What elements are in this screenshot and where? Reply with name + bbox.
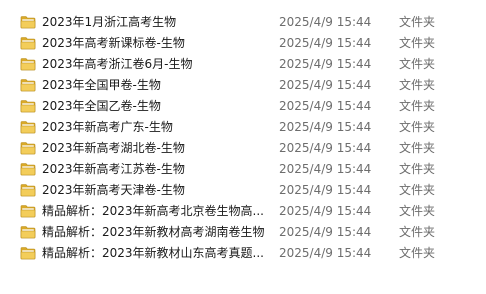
modified-date: 2025/4/9 15:44 — [279, 140, 372, 155]
folder-row[interactable]: 精品解析：2023年新教材山东高考真题... 2025/4/9 15:44 文件… — [0, 242, 486, 263]
folder-name: 2023年新高考广东-生物 — [42, 120, 173, 134]
modified-date: 2025/4/9 15:44 — [279, 56, 372, 71]
folder-row[interactable]: 2023年新高考天津卷-生物 2025/4/9 15:44 文件夹 — [0, 179, 486, 200]
folder-row[interactable]: 2023年高考浙江卷6月-生物 2025/4/9 15:44 文件夹 — [0, 53, 486, 74]
folder-name: 2023年新高考天津卷-生物 — [42, 183, 185, 197]
folder-row[interactable]: 2023年1月浙江高考生物 2025/4/9 15:44 文件夹 — [0, 11, 486, 32]
modified-date: 2025/4/9 15:44 — [279, 203, 372, 218]
folder-name: 精品解析：2023年新教材山东高考真题... — [42, 246, 264, 260]
modified-date: 2025/4/9 15:44 — [279, 35, 372, 50]
file-list: 2023年1月浙江高考生物 2025/4/9 15:44 文件夹 2023年高考… — [0, 11, 486, 263]
modified-date: 2025/4/9 15:44 — [279, 77, 372, 92]
folder-icon — [20, 246, 36, 260]
name-cell: 精品解析：2023年新高考北京卷生物高... — [0, 202, 280, 219]
name-cell: 2023年新高考湖北卷-生物 — [0, 139, 280, 156]
folder-row[interactable]: 2023年新高考湖北卷-生物 2025/4/9 15:44 文件夹 — [0, 137, 486, 158]
item-type: 文件夹 — [399, 36, 436, 50]
folder-row[interactable]: 2023年新高考江苏卷-生物 2025/4/9 15:44 文件夹 — [0, 158, 486, 179]
item-type: 文件夹 — [399, 183, 436, 197]
name-cell: 2023年全国乙卷-生物 — [0, 97, 280, 114]
item-type: 文件夹 — [399, 225, 436, 239]
folder-name: 2023年全国乙卷-生物 — [42, 99, 161, 113]
name-cell: 2023年高考浙江卷6月-生物 — [0, 55, 280, 72]
name-cell: 2023年全国甲卷-生物 — [0, 76, 280, 93]
name-cell: 2023年新高考广东-生物 — [0, 118, 280, 135]
modified-date: 2025/4/9 15:44 — [279, 224, 372, 239]
folder-icon — [20, 120, 36, 134]
name-cell: 2023年1月浙江高考生物 — [0, 13, 280, 30]
folder-icon — [20, 141, 36, 155]
folder-name: 2023年新高考湖北卷-生物 — [42, 141, 185, 155]
modified-date: 2025/4/9 15:44 — [279, 14, 372, 29]
folder-row[interactable]: 2023年全国乙卷-生物 2025/4/9 15:44 文件夹 — [0, 95, 486, 116]
modified-date: 2025/4/9 15:44 — [279, 119, 372, 134]
folder-name: 2023年1月浙江高考生物 — [42, 15, 177, 29]
item-type: 文件夹 — [399, 162, 436, 176]
folder-row[interactable]: 2023年全国甲卷-生物 2025/4/9 15:44 文件夹 — [0, 74, 486, 95]
item-type: 文件夹 — [399, 141, 436, 155]
folder-icon — [20, 225, 36, 239]
folder-icon — [20, 15, 36, 29]
modified-date: 2025/4/9 15:44 — [279, 182, 372, 197]
folder-name: 精品解析：2023年新高考北京卷生物高... — [42, 204, 264, 218]
folder-icon — [20, 204, 36, 218]
item-type: 文件夹 — [399, 246, 436, 260]
modified-date: 2025/4/9 15:44 — [279, 161, 372, 176]
folder-name: 精品解析：2023年新教材高考湖南卷生物 — [42, 225, 265, 239]
modified-date: 2025/4/9 15:44 — [279, 245, 372, 260]
folder-name: 2023年全国甲卷-生物 — [42, 78, 161, 92]
folder-row[interactable]: 精品解析：2023年新教材高考湖南卷生物 2025/4/9 15:44 文件夹 — [0, 221, 486, 242]
name-cell: 精品解析：2023年新教材山东高考真题... — [0, 244, 280, 261]
item-type: 文件夹 — [399, 120, 436, 134]
folder-icon — [20, 162, 36, 176]
modified-date: 2025/4/9 15:44 — [279, 98, 372, 113]
name-cell: 精品解析：2023年新教材高考湖南卷生物 — [0, 223, 280, 240]
name-cell: 2023年新高考江苏卷-生物 — [0, 160, 280, 177]
folder-icon — [20, 99, 36, 113]
folder-name: 2023年新高考江苏卷-生物 — [42, 162, 185, 176]
folder-icon — [20, 183, 36, 197]
folder-icon — [20, 36, 36, 50]
folder-name: 2023年高考新课标卷-生物 — [42, 36, 185, 50]
name-cell: 2023年高考新课标卷-生物 — [0, 34, 280, 51]
folder-row[interactable]: 2023年高考新课标卷-生物 2025/4/9 15:44 文件夹 — [0, 32, 486, 53]
item-type: 文件夹 — [399, 99, 436, 113]
name-cell: 2023年新高考天津卷-生物 — [0, 181, 280, 198]
folder-icon — [20, 57, 36, 71]
item-type: 文件夹 — [399, 15, 436, 29]
item-type: 文件夹 — [399, 204, 436, 218]
folder-name: 2023年高考浙江卷6月-生物 — [42, 57, 193, 71]
item-type: 文件夹 — [399, 57, 436, 71]
folder-row[interactable]: 精品解析：2023年新高考北京卷生物高... 2025/4/9 15:44 文件… — [0, 200, 486, 221]
folder-icon — [20, 78, 36, 92]
folder-row[interactable]: 2023年新高考广东-生物 2025/4/9 15:44 文件夹 — [0, 116, 486, 137]
item-type: 文件夹 — [399, 78, 436, 92]
